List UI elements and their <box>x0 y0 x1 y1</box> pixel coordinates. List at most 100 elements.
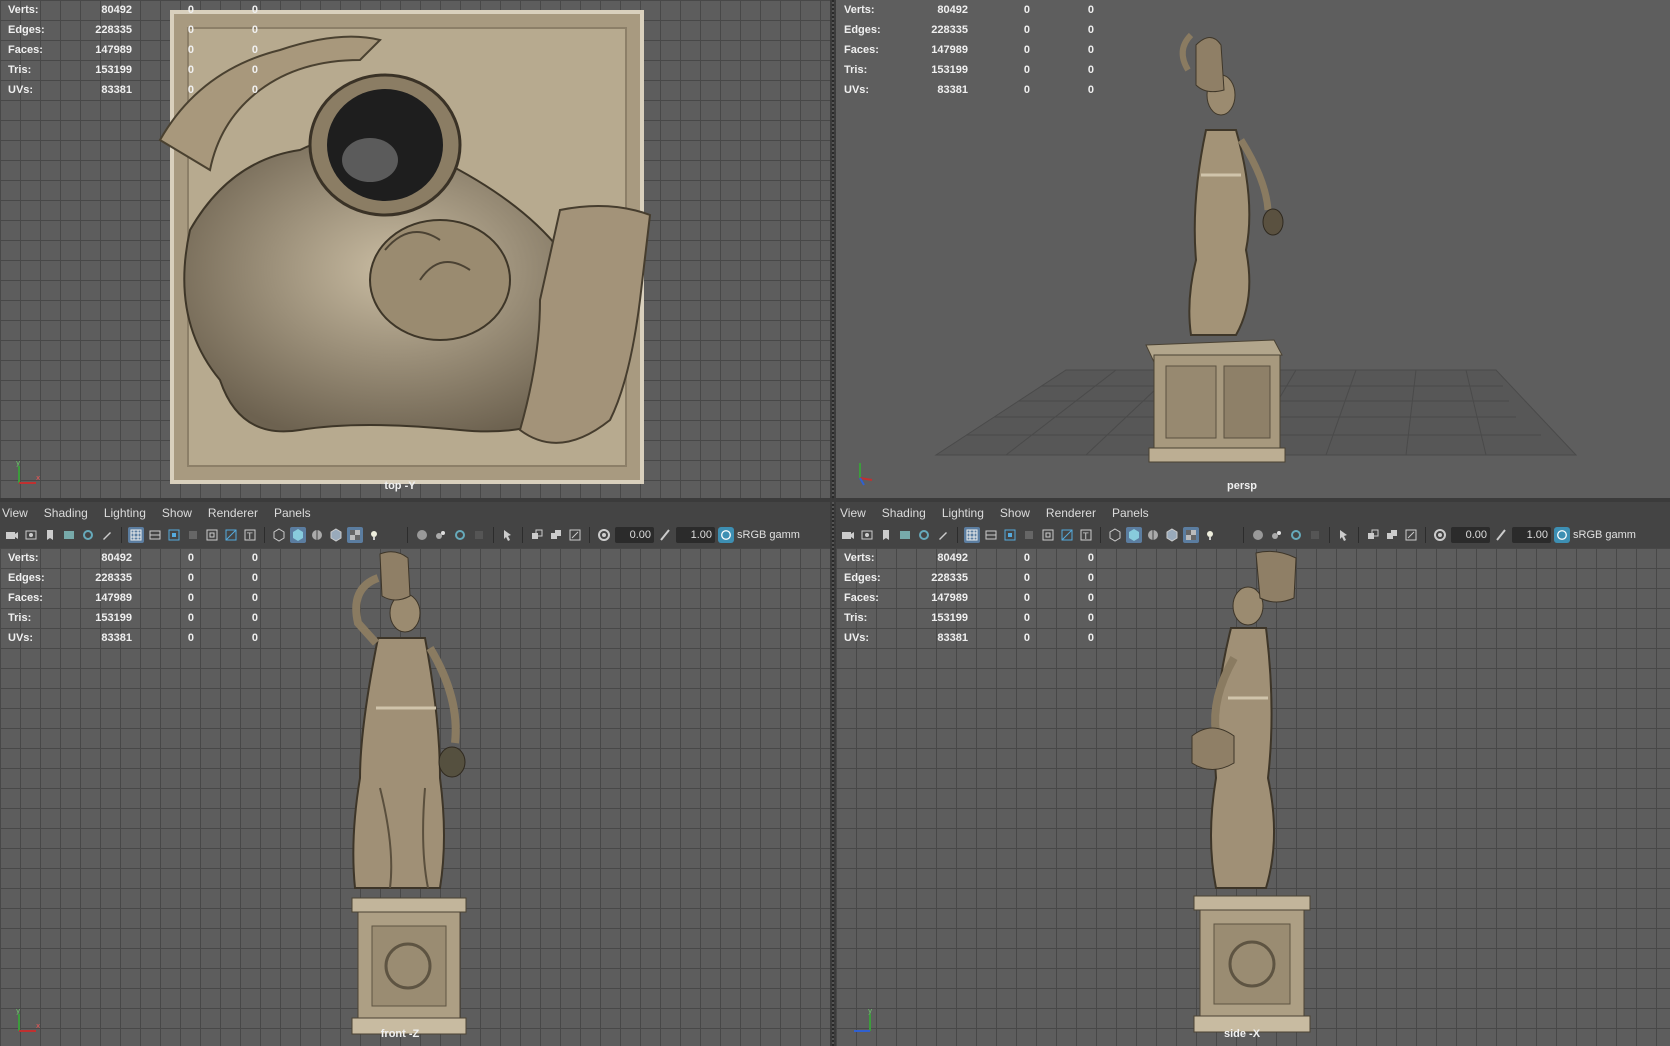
tumble-icon[interactable] <box>80 527 96 543</box>
use-default-material-icon[interactable] <box>347 527 363 543</box>
viewport-top[interactable]: Verts: 80492 0 0 Edges: 228335 0 0 Faces: 14798… <box>0 0 830 498</box>
safe-title-icon[interactable]: T <box>1078 527 1094 543</box>
menu-shading[interactable]: Shading <box>882 506 934 520</box>
menu-lighting[interactable]: Lighting <box>104 506 154 520</box>
tumble-icon[interactable] <box>916 527 932 543</box>
gamma-field[interactable]: 1.00 <box>1512 527 1551 543</box>
panel-menubar: View Shading Lighting Show Renderer Pane… <box>0 502 830 524</box>
hud-row-uvs: UVs: 83381 0 0 <box>8 632 258 644</box>
menu-show[interactable]: Show <box>162 506 200 520</box>
svg-text:y: y <box>16 459 20 467</box>
svg-text:y: y <box>16 1007 20 1015</box>
image-plane-icon[interactable] <box>61 527 77 543</box>
menu-panels[interactable]: Panels <box>274 506 319 520</box>
safe-title-icon[interactable]: T <box>242 527 258 543</box>
multisample-icon[interactable] <box>529 527 545 543</box>
camera-attributes-icon[interactable] <box>23 527 39 543</box>
shaded-icon[interactable] <box>290 527 306 543</box>
safe-action-icon[interactable] <box>223 527 239 543</box>
field-chart-icon[interactable] <box>204 527 220 543</box>
hud-row-edges: Edges: 228335 0 0 <box>8 572 258 584</box>
viewport-render-icon[interactable] <box>567 527 583 543</box>
menu-lighting[interactable]: Lighting <box>942 506 992 520</box>
xray-joints-icon[interactable] <box>433 527 449 543</box>
ambient-occlusion-icon[interactable] <box>1288 527 1304 543</box>
use-default-material-icon[interactable] <box>1183 527 1199 543</box>
wireframe-icon[interactable] <box>1107 527 1123 543</box>
exposure-field[interactable]: 0.00 <box>1451 527 1490 543</box>
menu-renderer[interactable]: Renderer <box>208 506 266 520</box>
gamma-icon[interactable] <box>657 527 673 543</box>
shadows-icon[interactable] <box>1221 527 1237 543</box>
textured-icon[interactable] <box>328 527 344 543</box>
safe-action-icon[interactable] <box>1059 527 1075 543</box>
isolate-icon[interactable] <box>1336 527 1352 543</box>
menu-shading[interactable]: Shading <box>44 506 96 520</box>
gamma-icon[interactable] <box>1493 527 1509 543</box>
ambient-occlusion-icon[interactable] <box>452 527 468 543</box>
bookmark-icon[interactable] <box>42 527 58 543</box>
xray-icon[interactable] <box>1250 527 1266 543</box>
grid-icon[interactable] <box>128 527 144 543</box>
color-management-icon[interactable] <box>1554 527 1570 543</box>
hud-row-edges: Edges: 228335 0 0 <box>844 24 1094 36</box>
gamma-field[interactable]: 1.00 <box>676 527 715 543</box>
hud-row-edges: Edges: 228335 0 0 <box>844 572 1094 584</box>
svg-text:y: y <box>868 1007 872 1015</box>
viewport-side[interactable]: Verts: 80492 0 0 Edges: 228335 0 0 Faces: 14798… <box>836 548 1670 1046</box>
viewport-front[interactable]: Verts: 80492 0 0 Edges: 228335 0 0 Faces: 14798… <box>0 548 830 1046</box>
poly-count-hud: Verts: 80492 0 0 Edges: 228335 0 0 Faces: 14798… <box>8 548 258 648</box>
field-chart-icon[interactable] <box>1040 527 1056 543</box>
shaded-icon[interactable] <box>1126 527 1142 543</box>
xray-icon[interactable] <box>414 527 430 543</box>
gate-mask-icon[interactable] <box>185 527 201 543</box>
camera-icon[interactable] <box>840 527 856 543</box>
hud-row-verts: Verts: 80492 0 0 <box>844 4 1094 16</box>
hud-row-uvs: UVs: 83381 0 0 <box>844 84 1094 96</box>
motion-blur-icon[interactable] <box>471 527 487 543</box>
bookmark-icon[interactable] <box>878 527 894 543</box>
wireframe-icon[interactable] <box>271 527 287 543</box>
resolution-gate-icon[interactable] <box>166 527 182 543</box>
menu-view[interactable]: View <box>836 506 874 520</box>
film-gate-icon[interactable] <box>147 527 163 543</box>
motion-blur-icon[interactable] <box>1307 527 1323 543</box>
textured-icon[interactable] <box>1164 527 1180 543</box>
color-space-label[interactable]: sRGB gamm <box>1573 529 1636 541</box>
multisample-icon[interactable] <box>1365 527 1381 543</box>
axis-gizmo-icon: y <box>854 1007 872 1032</box>
film-gate-icon[interactable] <box>983 527 999 543</box>
menu-panels[interactable]: Panels <box>1112 506 1157 520</box>
depth-of-field-icon[interactable] <box>548 527 564 543</box>
viewport-render-icon[interactable] <box>1403 527 1419 543</box>
gate-mask-icon[interactable] <box>1021 527 1037 543</box>
resolution-gate-icon[interactable] <box>1002 527 1018 543</box>
svg-text:x: x <box>36 1022 40 1030</box>
poly-count-hud: Verts: 80492 0 0 Edges: 228335 0 0 Faces: 14798… <box>844 548 1094 648</box>
xray-joints-icon[interactable] <box>1269 527 1285 543</box>
exposure-field[interactable]: 0.00 <box>615 527 654 543</box>
hud-row-tris: Tris: 153199 0 0 <box>844 64 1094 76</box>
hud-row-verts: Verts: 80492 0 0 <box>844 552 1094 564</box>
pencil-icon[interactable] <box>935 527 951 543</box>
wireframe-on-shaded-icon[interactable] <box>1145 527 1161 543</box>
image-plane-icon[interactable] <box>897 527 913 543</box>
depth-of-field-icon[interactable] <box>1384 527 1400 543</box>
grid-icon[interactable] <box>964 527 980 543</box>
camera-icon[interactable] <box>4 527 20 543</box>
pencil-icon[interactable] <box>99 527 115 543</box>
menu-view[interactable]: View <box>0 506 36 520</box>
color-space-label[interactable]: sRGB gamm <box>737 529 800 541</box>
light-icon[interactable] <box>1202 527 1218 543</box>
exposure-icon[interactable] <box>596 527 612 543</box>
exposure-icon[interactable] <box>1432 527 1448 543</box>
light-icon[interactable] <box>366 527 382 543</box>
wireframe-on-shaded-icon[interactable] <box>309 527 325 543</box>
menu-show[interactable]: Show <box>1000 506 1038 520</box>
isolate-icon[interactable] <box>500 527 516 543</box>
viewport-persp[interactable]: Verts: 80492 0 0 Edges: 228335 0 0 Faces: 14798… <box>836 0 1670 498</box>
camera-attributes-icon[interactable] <box>859 527 875 543</box>
shadows-icon[interactable] <box>385 527 401 543</box>
menu-renderer[interactable]: Renderer <box>1046 506 1104 520</box>
color-management-icon[interactable] <box>718 527 734 543</box>
